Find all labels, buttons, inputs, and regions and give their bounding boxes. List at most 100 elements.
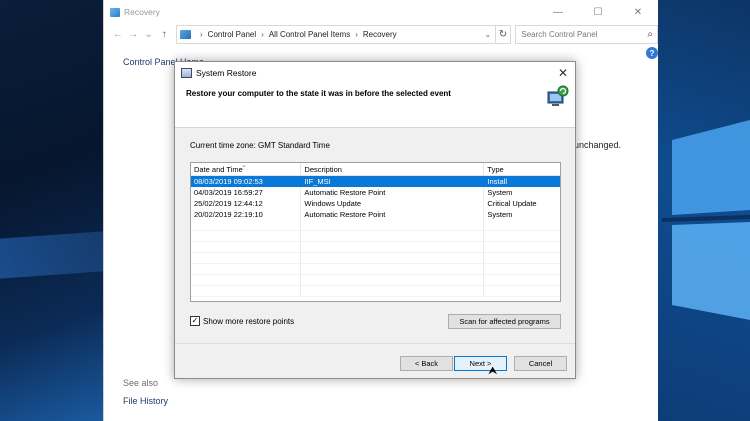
mouse-cursor-icon: ⮝ [488, 365, 498, 377]
table-header: Date and Time ⌄ Description Type [191, 163, 560, 176]
empty-cell [301, 220, 485, 230]
empty-cell [484, 242, 560, 252]
cell-type: System [487, 188, 513, 197]
cell-type: Install [487, 177, 507, 186]
empty-cell [301, 275, 485, 285]
cell-date: 25/02/2019 12:44:12 [191, 198, 302, 209]
empty-row [191, 275, 560, 286]
control-panel-icon [180, 29, 191, 39]
chevron-right-icon: › [261, 29, 264, 39]
cell-date: 20/02/2019 22:19:10 [191, 209, 302, 220]
see-also-heading: See also [123, 378, 159, 388]
empty-cell [484, 253, 560, 263]
file-history-link[interactable]: File History [123, 396, 168, 406]
cell-description: Windows Update [301, 198, 485, 209]
recent-locations-icon[interactable]: ⌄ [141, 25, 157, 43]
refresh-icon[interactable]: ↻ [495, 24, 512, 44]
dialog-heading: Restore your computer to the state it wa… [186, 89, 451, 98]
empty-cell [484, 286, 560, 296]
breadcrumb-recovery[interactable]: Recovery [363, 30, 397, 39]
sort-arrow-icon: ⌄ [241, 162, 247, 169]
scan-affected-programs-button[interactable]: Scan for affected programs [448, 314, 561, 329]
system-restore-dialog: System Restore ✕ Restore your computer t… [174, 61, 576, 379]
empty-cell [191, 286, 302, 296]
show-more-label: Show more restore points [203, 316, 295, 326]
empty-cell [484, 231, 560, 241]
empty-cell [484, 275, 560, 285]
recovery-icon [110, 7, 120, 17]
dialog-close-button[interactable]: ✕ [551, 66, 575, 80]
column-description[interactable]: Description [301, 163, 485, 175]
column-date-time-label: Date and Time [194, 164, 243, 174]
desktop-background-left [0, 0, 103, 421]
cell-type: System [487, 210, 513, 219]
cell-description: IIF_MSI [301, 176, 485, 187]
forward-arrow-icon[interactable]: → [126, 25, 142, 43]
table-row[interactable]: 20/02/2019 22:19:10 Automatic Restore Poi… [191, 209, 560, 220]
address-bar[interactable]: › Control Panel › All Control Panel Item… [176, 24, 496, 44]
chevron-down-icon[interactable]: ⌄ [481, 30, 495, 39]
empty-cell [191, 253, 302, 263]
minimize-button[interactable]: — [538, 0, 578, 24]
empty-row [191, 231, 560, 242]
empty-cell [301, 242, 485, 252]
empty-row [191, 253, 560, 264]
address-bar-row: ← → ⌄ ↑ › Control Panel › All Control Pa… [104, 23, 658, 45]
next-button[interactable]: Next > [454, 356, 507, 371]
search-icon: ⌕ [647, 28, 653, 40]
empty-cell [301, 231, 485, 241]
empty-cell [191, 275, 302, 285]
back-arrow-icon[interactable]: ← [110, 25, 126, 43]
help-icon[interactable]: ? [646, 47, 658, 59]
show-more-checkbox-row[interactable]: ✓ Show more restore points [190, 316, 294, 326]
window-title: Recovery [124, 7, 160, 17]
system-restore-icon [181, 68, 192, 78]
restore-points-table[interactable]: Date and Time ⌄ Description Type 08/03/2… [190, 162, 561, 302]
timezone-label: Current time zone: GMT Standard Time [190, 141, 330, 150]
background-text: unchanged. [574, 140, 622, 150]
dialog-titlebar: System Restore ✕ [175, 62, 575, 84]
empty-cell [301, 264, 485, 274]
column-date-time[interactable]: Date and Time ⌄ [191, 162, 302, 175]
empty-cell [484, 220, 560, 230]
search-placeholder: Search Control Panel [521, 29, 598, 39]
breadcrumb-control-panel[interactable]: Control Panel [208, 30, 256, 39]
cancel-button[interactable]: Cancel [514, 356, 567, 371]
maximize-button[interactable]: ☐ [578, 0, 618, 24]
show-more-checkbox[interactable]: ✓ [190, 316, 200, 326]
empty-cell [191, 220, 302, 230]
empty-row [191, 242, 560, 253]
back-button[interactable]: < Back [400, 356, 453, 371]
close-button[interactable]: ✕ [618, 0, 658, 24]
empty-cell [301, 286, 485, 296]
column-type[interactable]: Type [484, 163, 560, 175]
dialog-footer-divider [175, 343, 575, 344]
explorer-titlebar: Recovery — ☐ ✕ [104, 0, 658, 24]
chevron-right-icon: › [200, 29, 203, 39]
empty-cell [191, 231, 302, 241]
empty-cell [191, 242, 302, 252]
table-body: 08/03/2019 09:02:53 IIF_MSI Install 04/03/2… [191, 176, 560, 297]
cell-type: Critical Update [487, 199, 537, 208]
dialog-title: System Restore [196, 68, 257, 78]
column-description-label: Description [304, 164, 342, 174]
dialog-header: Restore your computer to the state it wa… [175, 84, 575, 128]
breadcrumb-all-items[interactable]: All Control Panel Items [269, 30, 350, 39]
column-type-label: Type [487, 164, 504, 174]
empty-row [191, 220, 560, 231]
table-row[interactable]: 08/03/2019 09:02:53 IIF_MSI Install [191, 176, 560, 187]
restore-computer-icon [547, 85, 569, 106]
empty-cell [484, 264, 560, 274]
search-input[interactable]: Search Control Panel ⌕ [515, 24, 658, 44]
empty-row [191, 286, 560, 297]
table-row[interactable]: 25/02/2019 12:44:12 Windows Update Critica… [191, 198, 560, 209]
empty-cell [301, 253, 485, 263]
cell-date: 04/03/2019 16:59:27 [191, 187, 302, 198]
up-arrow-icon[interactable]: ↑ [157, 25, 173, 43]
table-row[interactable]: 04/03/2019 16:59:27 Automatic Restore Poi… [191, 187, 560, 198]
chevron-right-icon: › [355, 29, 358, 39]
empty-row [191, 264, 560, 275]
cell-description: Automatic Restore Point [301, 209, 485, 220]
cell-date: 08/03/2019 09:02:53 [191, 176, 302, 187]
empty-cell [191, 264, 302, 274]
